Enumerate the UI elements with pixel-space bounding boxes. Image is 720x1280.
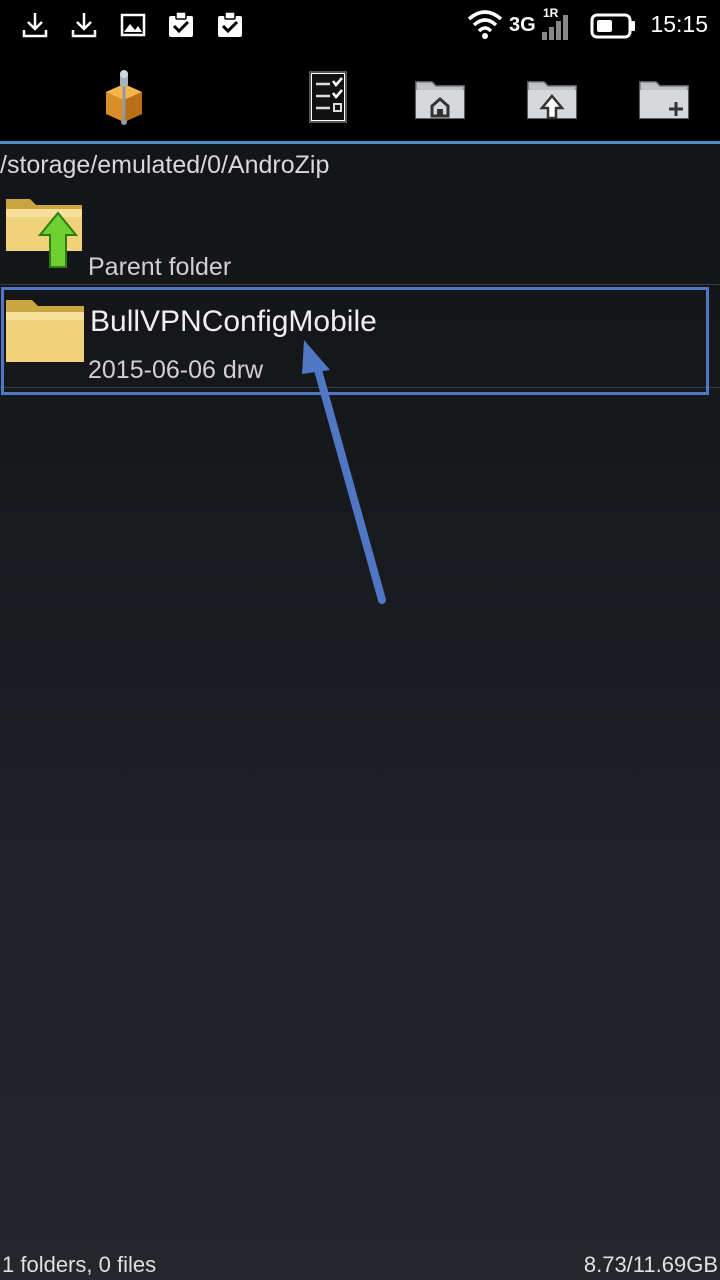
current-path: /storage/emulated/0/AndroZip: [0, 151, 330, 179]
download-icon: [71, 13, 97, 38]
image-icon: [120, 13, 146, 37]
clipboard-check-icon: [169, 11, 193, 37]
status-bar: 3G 1R 15:15: [0, 0, 720, 50]
item-count: 1 folders, 0 files: [2, 1252, 157, 1277]
multiselect-icon[interactable]: [300, 70, 356, 126]
download-icon: [22, 13, 48, 38]
app-logo-icon[interactable]: [98, 70, 154, 126]
up-folder-icon[interactable]: [524, 70, 580, 126]
storage-usage: 8.73/11.69GB: [583, 1252, 718, 1277]
toolbar: [0, 50, 720, 144]
clipboard-check-icon: [218, 11, 242, 37]
annotation-arrow: [302, 340, 386, 604]
new-folder-icon[interactable]: [636, 70, 692, 126]
network-type: 3G: [509, 14, 536, 36]
clock: 15:15: [650, 11, 708, 37]
wifi-icon: [467, 10, 503, 39]
parent-folder-label: Parent folder: [88, 253, 232, 281]
parent-folder-row[interactable]: Parent folder: [0, 185, 720, 285]
parent-folder-icon: [6, 199, 82, 268]
signal-icon: [542, 15, 568, 40]
home-folder-icon[interactable]: [412, 70, 468, 126]
battery-icon: [590, 13, 635, 39]
